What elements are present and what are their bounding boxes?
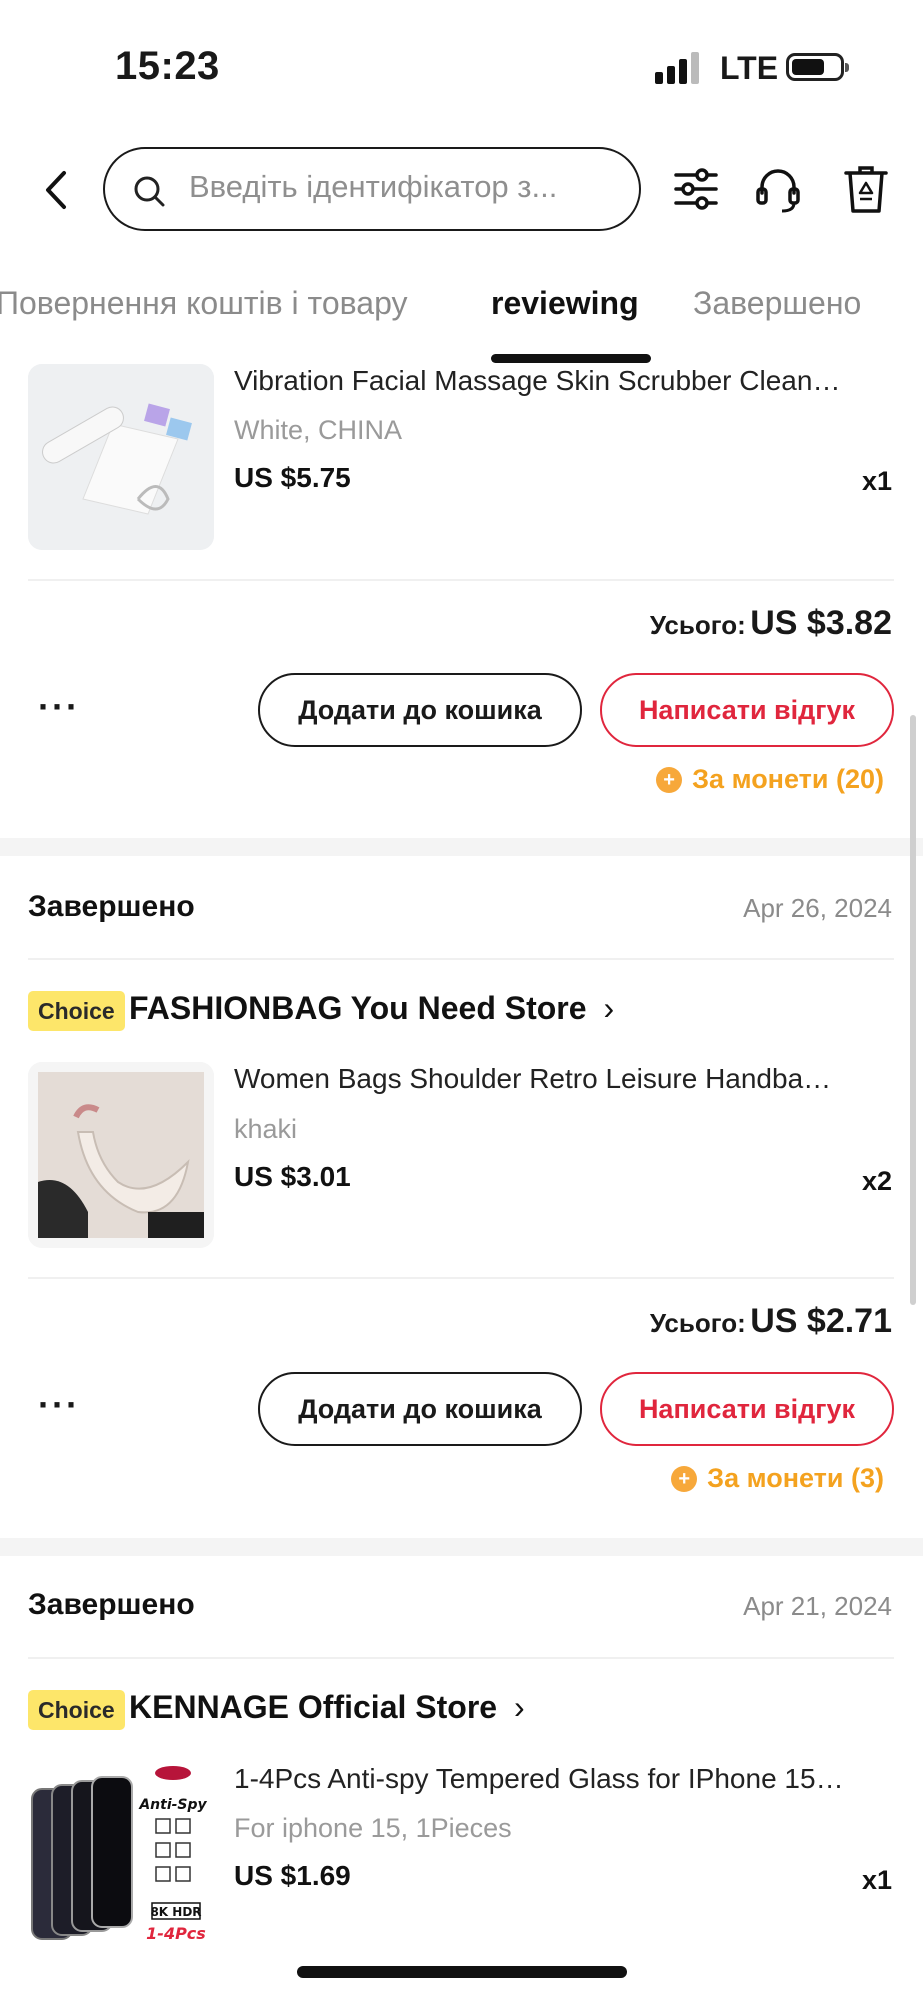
product-thumbnail[interactable] <box>28 364 214 550</box>
scrollbar[interactable] <box>910 715 916 1305</box>
product-thumbnail[interactable]: Anti-Spy 8K HDR 1-4Pcs <box>28 1761 214 1947</box>
choice-badge: Choice <box>28 1690 125 1730</box>
divider <box>28 1657 894 1659</box>
battery-icon <box>786 53 849 81</box>
write-review-button[interactable]: Написати відгук <box>600 1372 894 1446</box>
handbag-image <box>28 1062 214 1248</box>
tab-refunds-returns[interactable]: Повернення коштів і товару <box>0 285 408 322</box>
home-indicator <box>297 1966 627 1978</box>
order-status: Завершено <box>28 890 195 923</box>
thumb-8k-hdr-text: 8K HDR <box>150 1905 201 1919</box>
coins-label: За монети (20) <box>692 764 884 794</box>
customer-support-headset-icon[interactable] <box>754 163 802 215</box>
divider <box>28 958 894 960</box>
chevron-right-icon: › <box>603 990 615 1026</box>
store-name: FASHIONBAG You Need Store <box>129 990 587 1026</box>
search-input[interactable]: Введіть ідентифікатор з... <box>103 147 641 231</box>
product-variant: For iphone 15, 1Pieces <box>234 1813 512 1843</box>
product-variant: khaki <box>234 1114 298 1144</box>
search-icon <box>134 176 165 207</box>
divider <box>28 579 894 581</box>
coin-plus-icon: + <box>656 766 683 793</box>
order-total: Усього: US $3.82 <box>650 604 892 643</box>
total-value: US $3.82 <box>750 604 892 642</box>
order-separator <box>0 838 923 856</box>
write-review-button[interactable]: Написати відгук <box>600 673 894 747</box>
divider <box>28 1277 894 1279</box>
tab-completed[interactable]: Завершено <box>693 285 861 322</box>
coins-reward[interactable]: + За монети (3) <box>671 1463 884 1494</box>
cellular-signal-icon <box>655 52 699 84</box>
product-price: US $5.75 <box>234 462 351 493</box>
thumb-anti-spy-text: Anti-Spy <box>138 1797 207 1813</box>
more-options-button[interactable]: ··· <box>38 686 80 728</box>
order-date: Apr 21, 2024 <box>743 1591 892 1621</box>
order-total: Усього: US $2.71 <box>650 1302 892 1341</box>
coins-label: За монети (3) <box>707 1463 884 1493</box>
coins-reward[interactable]: + За монети (20) <box>656 764 884 795</box>
order-date: Apr 26, 2024 <box>743 893 892 923</box>
facial-scrubber-image <box>28 364 214 550</box>
product-variant: White, CHINA <box>234 415 403 445</box>
recycle-bin-icon[interactable] <box>842 163 890 215</box>
product-title[interactable]: Women Bags Shoulder Retro Leisure Handba… <box>234 1063 844 1095</box>
order-separator <box>0 1538 923 1556</box>
total-label: Усього: <box>649 1308 746 1338</box>
store-name: KENNAGE Official Store <box>129 1689 498 1725</box>
product-price: US $1.69 <box>234 1860 351 1891</box>
search-placeholder: Введіть ідентифікатор з... <box>189 169 558 204</box>
add-to-cart-button[interactable]: Додати до кошика <box>258 1372 582 1446</box>
chevron-right-icon: › <box>513 1689 525 1725</box>
store-link[interactable]: FASHIONBAG You Need Store › <box>129 990 614 1027</box>
total-value: US $2.71 <box>750 1302 892 1340</box>
choice-badge: Choice <box>28 991 125 1031</box>
filter-sliders-icon[interactable] <box>672 163 720 215</box>
coin-plus-icon: + <box>671 1465 698 1492</box>
network-type: LTE <box>720 50 779 86</box>
screen-protector-image: Anti-Spy 8K HDR 1-4Pcs <box>28 1761 214 1947</box>
order-status: Завершено <box>28 1588 195 1621</box>
tab-reviewing[interactable]: reviewing <box>491 285 639 322</box>
product-quantity: x1 <box>861 466 892 496</box>
product-title[interactable]: 1-4Pcs Anti-spy Tempered Glass for IPhon… <box>234 1763 844 1795</box>
status-time: 15:23 <box>115 44 220 88</box>
active-tab-indicator <box>491 354 651 363</box>
more-options-button[interactable]: ··· <box>38 1384 80 1426</box>
total-label: Усього: <box>649 610 746 640</box>
product-title[interactable]: Vibration Facial Massage Skin Scrubber C… <box>234 365 844 397</box>
product-thumbnail[interactable] <box>28 1062 214 1248</box>
store-link[interactable]: KENNAGE Official Store › <box>129 1689 525 1726</box>
product-quantity: x1 <box>861 1865 892 1895</box>
add-to-cart-button[interactable]: Додати до кошика <box>258 673 582 747</box>
product-price: US $3.01 <box>234 1161 351 1192</box>
back-arrow-icon[interactable] <box>36 165 76 215</box>
product-quantity: x2 <box>861 1166 892 1196</box>
thumb-pcs-text: 1-4Pcs <box>146 1924 206 1943</box>
